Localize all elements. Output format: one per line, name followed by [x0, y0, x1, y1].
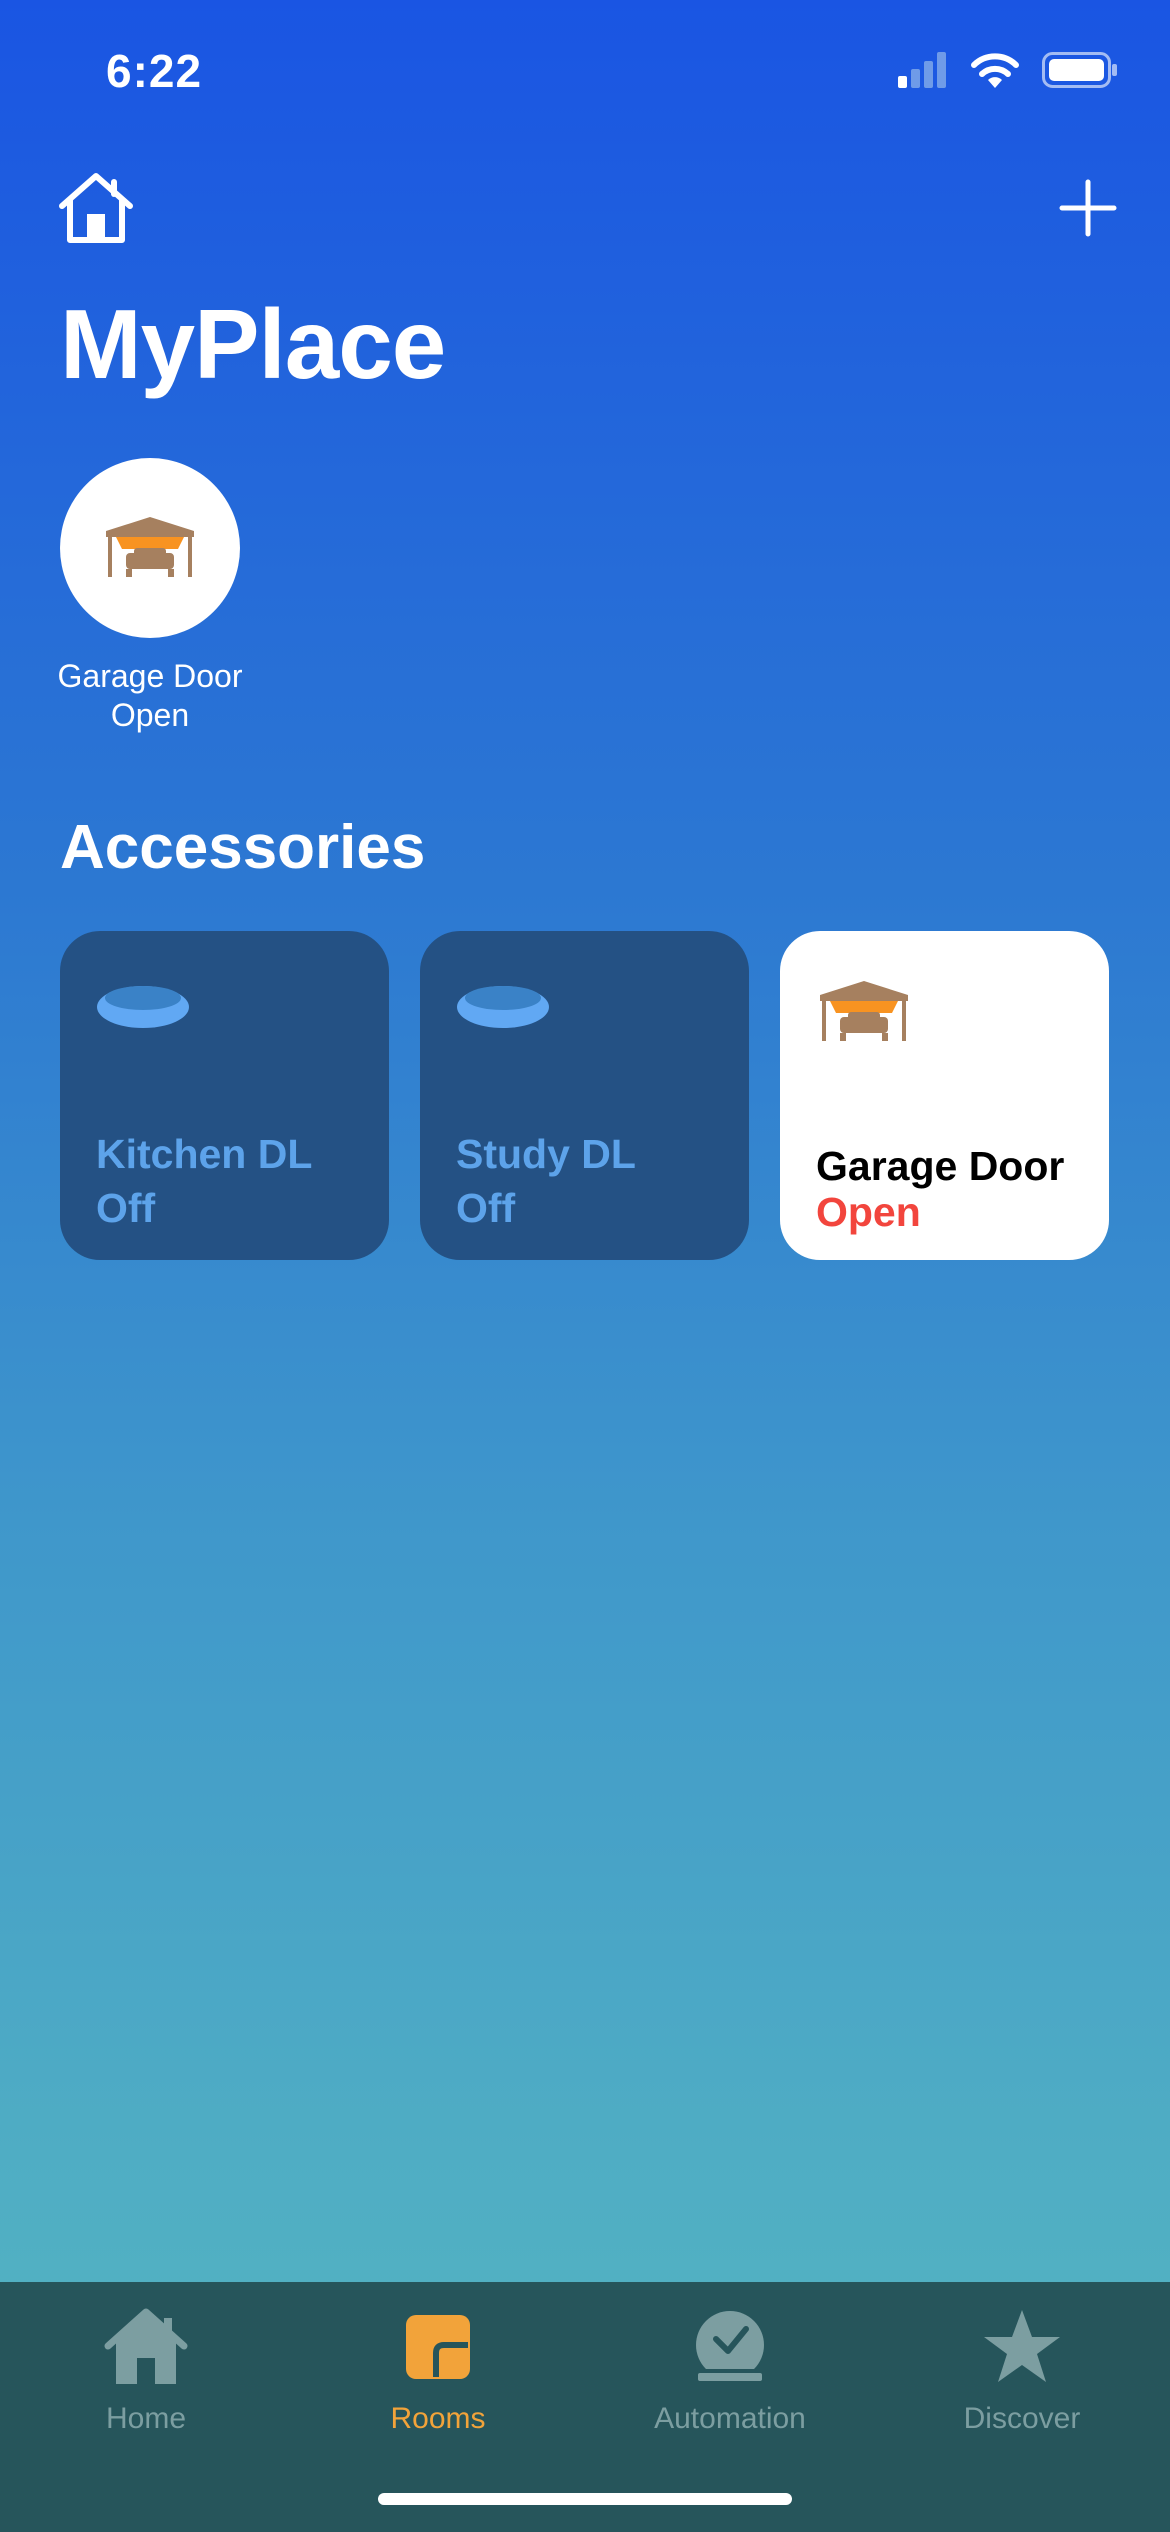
tab-home[interactable]: Home	[0, 2302, 292, 2436]
section-title-accessories: Accessories	[60, 813, 426, 882]
automation-icon	[692, 2311, 768, 2385]
add-button[interactable]	[1058, 178, 1118, 238]
accessory-name: Kitchen DL	[96, 1131, 313, 1177]
star-icon	[984, 2310, 1060, 2382]
plus-icon	[1059, 179, 1117, 237]
home-icon	[59, 173, 133, 243]
tab-label: Automation	[654, 2402, 806, 2435]
status-icons	[898, 52, 1118, 88]
garage-door-icon	[820, 981, 908, 1041]
cellular-signal-icon	[898, 52, 946, 88]
tab-label: Discover	[963, 2402, 1081, 2435]
accessory-tile-study-dl[interactable]: Study DL Off	[420, 931, 749, 1260]
tab-discover[interactable]: Discover	[876, 2302, 1168, 2436]
accessory-name: Garage Door	[816, 1143, 1065, 1189]
downlight-icon	[457, 986, 549, 1028]
favorite-accessory-status: Open	[110, 697, 190, 733]
tab-label: Rooms	[390, 2402, 486, 2435]
accessory-status: Off	[456, 1185, 516, 1231]
home-icon	[104, 2308, 188, 2384]
tab-rooms[interactable]: Rooms	[292, 2302, 584, 2436]
accessory-name: Study DL	[456, 1131, 636, 1177]
downlight-icon	[97, 986, 189, 1028]
accessory-status: Off	[96, 1185, 156, 1231]
tab-label: Home	[105, 2402, 187, 2435]
favorite-accessory-tile[interactable]: Garage Door Open	[40, 458, 260, 734]
accessory-tile-garage-door[interactable]: Garage Door Open	[780, 931, 1109, 1260]
status-bar: 6:22	[0, 0, 1170, 140]
home-indicator[interactable]	[378, 2493, 792, 2505]
accessory-tile-kitchen-dl[interactable]: Kitchen DL Off	[60, 931, 389, 1260]
status-time: 6:22	[106, 45, 203, 97]
favorite-accessory-name: Garage Door	[57, 658, 243, 694]
home-settings-button[interactable]	[54, 170, 138, 246]
page-title: MyPlace	[60, 289, 446, 399]
battery-icon	[1042, 52, 1117, 88]
accessory-status: Open	[816, 1189, 921, 1235]
rooms-icon	[406, 2315, 470, 2379]
tab-automation[interactable]: Automation	[584, 2302, 876, 2436]
wifi-icon	[971, 53, 1019, 88]
favorite-accessory-circle[interactable]	[60, 458, 240, 638]
garage-door-icon	[106, 517, 194, 577]
